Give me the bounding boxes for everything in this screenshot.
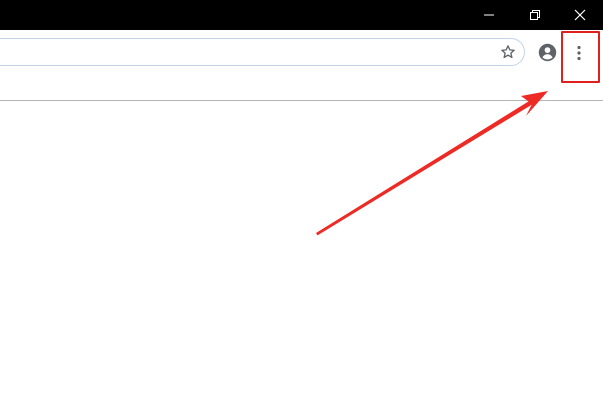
title-bar[interactable] xyxy=(0,0,603,30)
restore-button[interactable] xyxy=(512,0,558,30)
menu-highlight-box xyxy=(561,31,600,83)
browser-window xyxy=(0,0,603,401)
restore-icon xyxy=(530,10,540,20)
bookmarks-bar xyxy=(0,76,603,100)
browser-toolbar xyxy=(0,30,603,76)
address-input[interactable] xyxy=(5,43,469,63)
minimize-icon xyxy=(484,14,494,16)
star-icon xyxy=(501,45,515,59)
bookmark-button[interactable] xyxy=(497,41,519,63)
minimize-button[interactable] xyxy=(466,0,512,30)
account-circle-icon xyxy=(538,43,556,61)
address-bar[interactable] xyxy=(0,38,525,66)
close-icon xyxy=(574,9,586,21)
page-content[interactable] xyxy=(0,101,603,401)
close-button[interactable] xyxy=(557,0,603,30)
profile-button[interactable] xyxy=(535,41,559,63)
